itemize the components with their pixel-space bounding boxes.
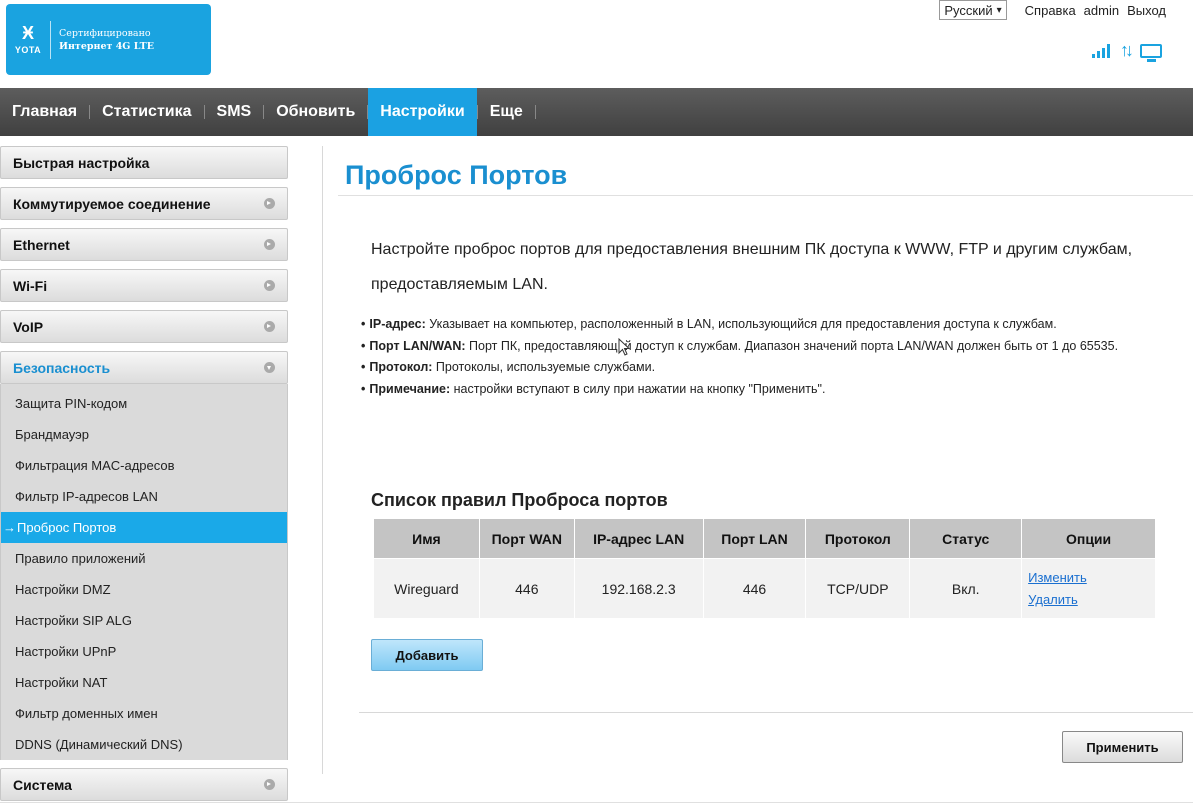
- cell-lan-ip: 192.168.2.3: [573, 558, 704, 619]
- chevron-down-icon: [264, 362, 275, 373]
- chevron-right-icon: [264, 779, 275, 790]
- security-submenu: Защита PIN-кодом Брандмауэр Фильтрация M…: [0, 384, 288, 760]
- bullet-item: • Протокол: Протоколы, используемые служб…: [361, 360, 656, 374]
- help-bullets: • IP-адрес: Указывает на компьютер, распо…: [361, 314, 1193, 400]
- sidebar-divider: [322, 146, 323, 774]
- connection-monitor-icon: [1140, 43, 1162, 62]
- sidebar-item-label: Быстрая настройка: [13, 154, 150, 171]
- submenu-domain-filter[interactable]: Фильтр доменных имен: [1, 698, 287, 729]
- sidebar-item-dialup[interactable]: Коммутируемое соединение: [0, 187, 288, 220]
- rules-list-title: Список правил Проброса портов: [371, 490, 668, 510]
- submenu-app-rules[interactable]: Правило приложений: [1, 543, 287, 574]
- col-protocol: Протокол: [805, 518, 911, 559]
- submenu-port-forwarding[interactable]: → Проброс Портов: [1, 512, 287, 543]
- sidebar-item-wifi[interactable]: Wi-Fi: [0, 269, 288, 302]
- nav-update[interactable]: Обновить: [264, 88, 367, 136]
- delete-link[interactable]: Удалить: [1028, 589, 1155, 611]
- chevron-right-icon: [264, 198, 275, 209]
- cell-wan-port: 446: [478, 558, 575, 619]
- logo-line1: Сертифицировано: [59, 27, 151, 39]
- status-icons: ↑↓: [1092, 40, 1162, 62]
- edit-link[interactable]: Изменить: [1028, 567, 1155, 589]
- col-wan-port: Порт WAN: [478, 518, 575, 559]
- sidebar-item-label: Ethernet: [13, 236, 70, 253]
- submenu-lan-ip-filter[interactable]: Фильтр IP-адресов LAN: [1, 481, 287, 512]
- main-content: Проброс Портов: [345, 146, 1193, 191]
- col-lan-ip: IP-адрес LAN: [573, 518, 704, 559]
- sidebar-item-system[interactable]: Система: [0, 768, 288, 801]
- submenu-ddns[interactable]: DDNS (Динамический DNS): [1, 729, 287, 760]
- bullet-item: • Порт LAN/WAN: Порт ПК, предоставляющий …: [361, 338, 1119, 353]
- chevron-right-icon: [264, 321, 275, 332]
- chevron-right-icon: [264, 239, 275, 250]
- col-lan-port: Порт LAN: [702, 518, 807, 559]
- nav-more[interactable]: Еще: [478, 88, 535, 136]
- logo-caption: Сертифицировано Интернет 4G LTE: [59, 27, 154, 53]
- sidebar-item-label: Коммутируемое соединение: [13, 195, 211, 212]
- sidebar-item-label: Wi-Fi: [13, 277, 48, 294]
- submenu-firewall[interactable]: Брандмауэр: [1, 419, 287, 450]
- sidebar-item-ethernet[interactable]: Ethernet: [0, 228, 288, 261]
- apply-button[interactable]: Применить: [1062, 731, 1183, 763]
- sidebar-item-security[interactable]: Безопасность: [0, 351, 288, 384]
- add-button[interactable]: Добавить: [371, 639, 483, 671]
- main-nav: Главная Статистика SMS Обновить Настройк…: [0, 88, 1193, 136]
- logo-divider: [50, 20, 51, 59]
- bottom-divider: [359, 712, 1193, 713]
- page-title: Проброс Портов: [345, 160, 568, 190]
- bullet-item: • IP-адрес: Указывает на компьютер, распо…: [361, 317, 1057, 331]
- title-divider: [338, 195, 1193, 196]
- submenu-dmz[interactable]: Настройки DMZ: [1, 574, 287, 605]
- nav-divider: [534, 105, 536, 119]
- col-name: Имя: [373, 518, 480, 559]
- bullet-item: • Примечание: настройки вступают в силу п…: [361, 381, 826, 396]
- nav-settings[interactable]: Настройки: [368, 88, 477, 136]
- footer-divider: [0, 802, 1193, 803]
- logout-link[interactable]: Выход: [1127, 3, 1166, 18]
- cell-options: Изменить Удалить: [1021, 558, 1156, 619]
- table-row: Wireguard 446 192.168.2.3 446 TCP/UDP Вк…: [373, 558, 1156, 619]
- submenu-sip-alg[interactable]: Настройки SIP ALG: [1, 605, 287, 636]
- yota-logo-icon: Ӿ YOTA: [14, 23, 42, 55]
- mouse-cursor-icon: [618, 338, 631, 356]
- nav-statistics[interactable]: Статистика: [90, 88, 203, 136]
- sidebar-item-quick-setup[interactable]: Быстрая настройка: [0, 146, 288, 179]
- nav-sms[interactable]: SMS: [205, 88, 264, 136]
- top-links: Русский ▾ Справка admin Выход: [939, 0, 1166, 20]
- cell-status: Вкл.: [909, 558, 1023, 619]
- sidebar: Быстрая настройка Коммутируемое соединен…: [0, 146, 288, 809]
- user-name: admin: [1083, 2, 1120, 18]
- nav-home[interactable]: Главная: [0, 88, 89, 136]
- arrow-right-icon: →: [3, 520, 16, 535]
- signal-icon: [1092, 43, 1110, 58]
- port-forwarding-table: Имя Порт WAN IP-адрес LAN Порт LAN Прото…: [373, 518, 1156, 619]
- chevron-right-icon: [264, 280, 275, 291]
- sidebar-item-label: Система: [13, 776, 72, 793]
- sidebar-item-voip[interactable]: VoIP: [0, 310, 288, 343]
- cell-protocol: TCP/UDP: [805, 558, 911, 619]
- language-value: Русский: [944, 2, 993, 18]
- table-header-row: Имя Порт WAN IP-адрес LAN Порт LAN Прото…: [373, 518, 1156, 559]
- data-transfer-icon: ↑↓: [1120, 40, 1134, 60]
- col-status: Статус: [909, 518, 1023, 559]
- submenu-pin-protection[interactable]: Защита PIN-кодом: [1, 388, 287, 419]
- chevron-down-icon: ▾: [996, 4, 1002, 16]
- submenu-label: Проброс Портов: [17, 520, 117, 535]
- cell-lan-port: 446: [702, 558, 807, 619]
- yota-logo[interactable]: Ӿ YOTA Сертифицировано Интернет 4G LTE: [6, 4, 211, 75]
- sidebar-item-label: VoIP: [13, 318, 44, 335]
- submenu-mac-filter[interactable]: Фильтрация MAC-адресов: [1, 450, 287, 481]
- language-select[interactable]: Русский ▾: [939, 0, 1007, 20]
- logo-line2: Интернет 4G LTE: [59, 40, 154, 52]
- col-options: Опции: [1021, 518, 1156, 559]
- help-link[interactable]: Справка: [1025, 3, 1076, 18]
- submenu-upnp[interactable]: Настройки UPnP: [1, 636, 287, 667]
- sidebar-item-label: Безопасность: [13, 359, 111, 376]
- intro-text: Настройте проброс портов для предоставле…: [371, 241, 1133, 293]
- cell-name: Wireguard: [373, 558, 480, 619]
- header: Ӿ YOTA Сертифицировано Интернет 4G LTE Р…: [0, 0, 1193, 88]
- submenu-nat[interactable]: Настройки NAT: [1, 667, 287, 698]
